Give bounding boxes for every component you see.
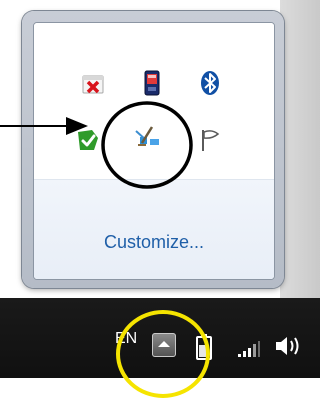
error-x-icon[interactable] — [80, 72, 106, 98]
customize-footer: Customize... — [34, 179, 274, 279]
speaker-icon[interactable] — [273, 333, 303, 359]
battery-icon[interactable] — [195, 333, 213, 361]
bottom-margin — [0, 378, 320, 402]
hidden-icons-grid — [34, 23, 274, 179]
up-arrow-icon — [158, 341, 170, 347]
notification-area-overflow-popup: Customize... — [22, 11, 284, 288]
popup-content-panel: Customize... — [33, 22, 275, 280]
customize-link[interactable]: Customize... — [34, 232, 274, 253]
flag-icon[interactable] — [198, 127, 224, 153]
taskbar: EN — [0, 298, 320, 378]
desktop-right-edge — [280, 0, 320, 298]
network-tool-icon[interactable] — [132, 125, 162, 151]
phone-device-icon[interactable] — [139, 69, 165, 96]
green-check-icon[interactable] — [74, 126, 100, 152]
bluetooth-icon[interactable] — [197, 69, 223, 95]
language-indicator[interactable]: EN — [115, 330, 137, 348]
show-hidden-icons-button[interactable] — [152, 333, 176, 357]
signal-icon[interactable] — [237, 340, 261, 358]
